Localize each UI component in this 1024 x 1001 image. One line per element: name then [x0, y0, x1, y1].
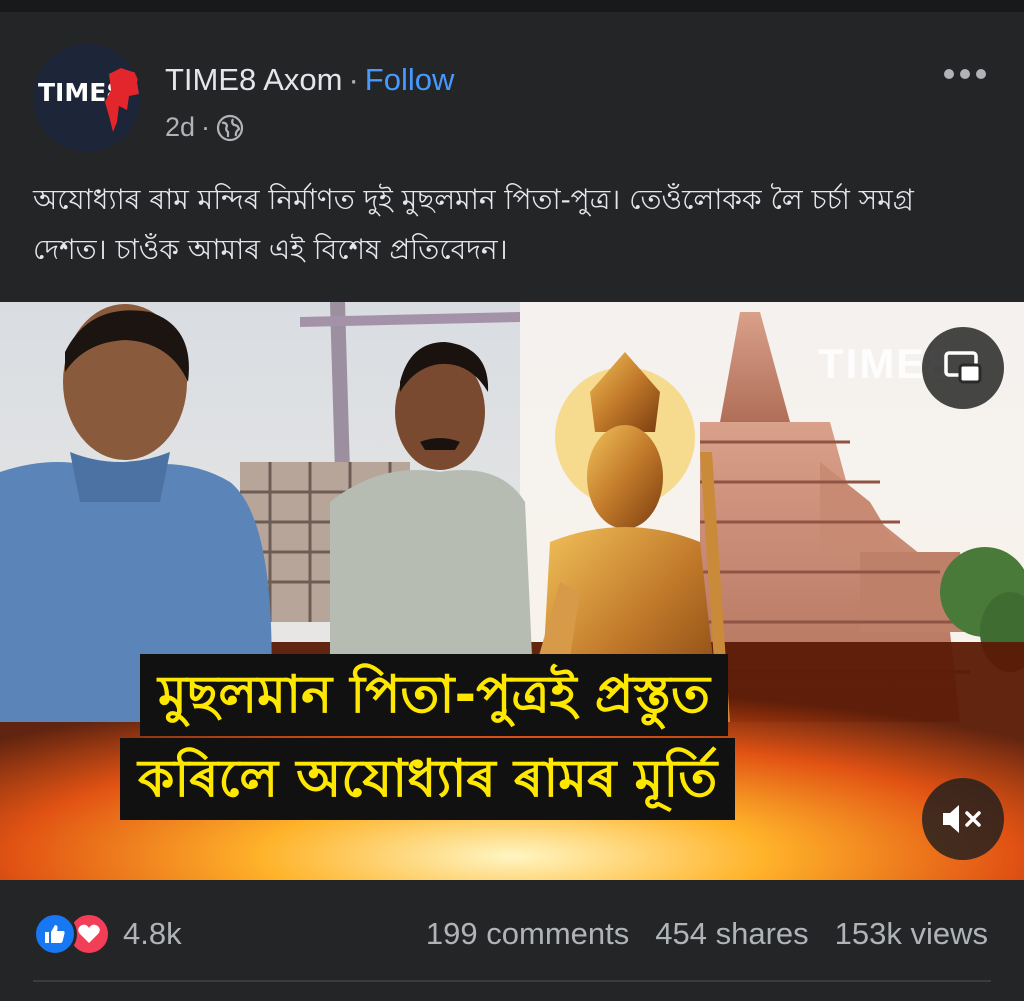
footer-divider	[33, 980, 991, 982]
headline-line-2: কৰিলে অযোধ্যাৰ ৰামৰ মূৰ্তি	[120, 738, 736, 820]
thumbs-up-glyph	[45, 925, 65, 943]
shares-count-link[interactable]: 454 shares	[655, 916, 808, 952]
video-player[interactable]: TIME8 মুছলমান পিতা-পুত্ৰই প্ৰস্তুত কৰিলে…	[0, 302, 1024, 880]
pip-glyph	[944, 351, 982, 384]
reaction-count: 4.8k	[123, 916, 182, 951]
assam-map-icon	[105, 68, 141, 132]
globe-icon	[216, 114, 244, 141]
post-meta: 2d ·	[165, 112, 244, 143]
page-name-link[interactable]: TIME8 Axom	[165, 62, 342, 97]
picture-in-picture-icon[interactable]	[922, 327, 1004, 409]
post-header: TIME8 TIME8 Axom · Follow 2d ·	[0, 12, 1024, 162]
more-options-icon[interactable]	[940, 64, 990, 84]
post-footer: 4.8k 199 comments 454 shares 153k views	[0, 880, 1024, 1001]
engagement-stats: 199 comments 454 shares 153k views	[426, 916, 988, 952]
comments-count-link[interactable]: 199 comments	[426, 916, 629, 952]
mute-glyph	[943, 805, 981, 833]
follow-button[interactable]: Follow	[365, 62, 455, 97]
views-count: 153k views	[834, 916, 988, 951]
reactions-summary[interactable]: 4.8k	[33, 912, 182, 956]
name-separator: ·	[348, 62, 359, 97]
page-avatar[interactable]: TIME8	[33, 44, 141, 152]
page-name-row: TIME8 Axom · Follow	[165, 62, 454, 98]
heart-glyph	[78, 924, 100, 943]
muted-speaker-icon[interactable]	[922, 778, 1004, 860]
headline-line-1: মুছলমান পিতা-পুত্ৰই প্ৰস্তুত	[140, 654, 728, 736]
post-timestamp[interactable]: 2d	[165, 112, 195, 143]
status-strip	[0, 0, 1024, 12]
like-reaction-icon	[33, 912, 77, 956]
meta-separator: ·	[201, 112, 211, 142]
post-caption: অযোধ্যাৰ ৰাম মন্দিৰ নিৰ্মাণত দুই মুছলমান…	[33, 183, 914, 266]
